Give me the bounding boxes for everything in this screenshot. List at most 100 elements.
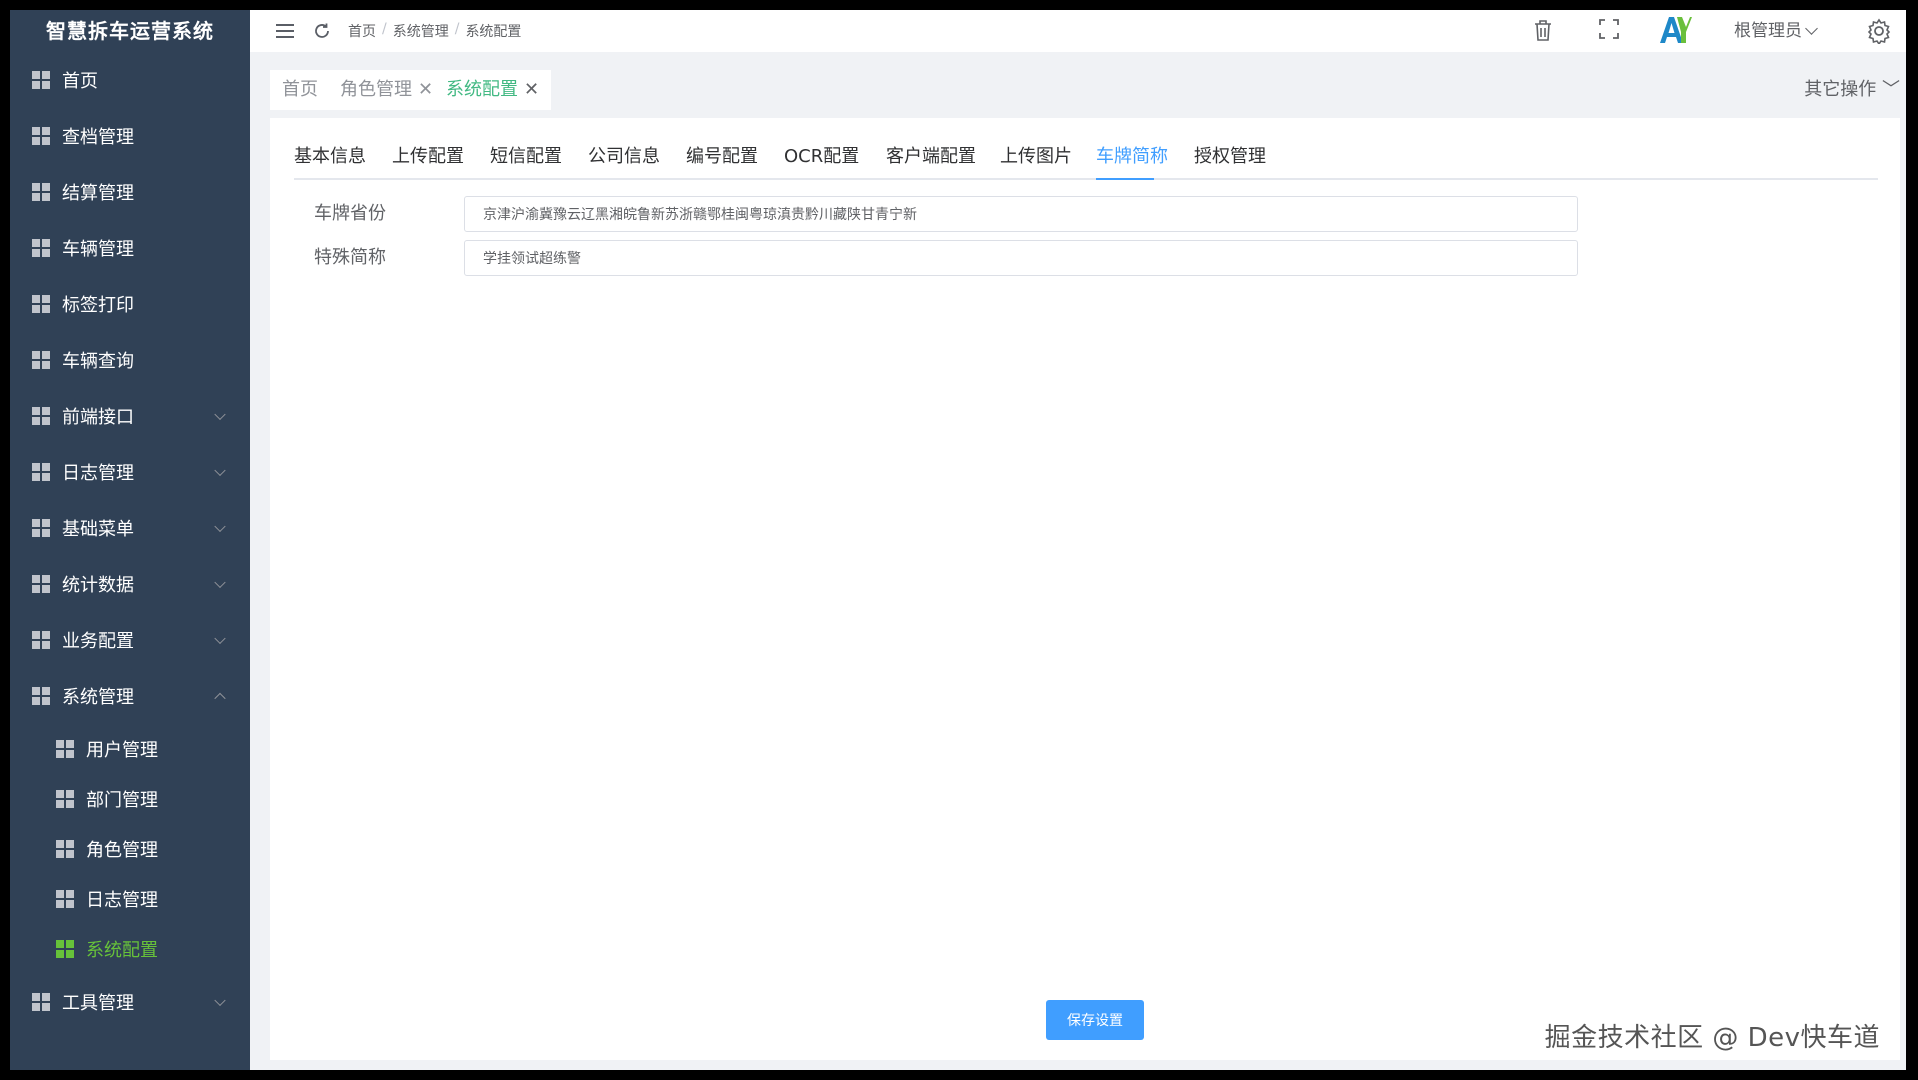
sidebar-subitem-logs[interactable]: 日志管理: [10, 874, 250, 924]
form-row-special: 特殊简称: [270, 240, 1900, 276]
grid-icon: [56, 740, 74, 758]
chevron-down-icon: [214, 464, 226, 477]
tab-basic-info[interactable]: 基本信息: [294, 138, 366, 180]
sidebar-item-settlement[interactable]: 结算管理: [10, 164, 250, 220]
sidebar-subitem-roles[interactable]: 角色管理: [10, 824, 250, 874]
sidebar-item-archive[interactable]: 查档管理: [10, 108, 250, 164]
menu-fold-icon[interactable]: [276, 24, 294, 38]
breadcrumb-separator: /: [454, 21, 460, 37]
active-tab-indicator: [1096, 178, 1154, 180]
chevron-up-icon: [214, 692, 226, 705]
breadcrumb-item[interactable]: 系统管理: [393, 21, 449, 41]
tab-sms-config[interactable]: 短信配置: [490, 138, 562, 180]
grid-icon: [32, 239, 50, 257]
tab-license-mgmt[interactable]: 授权管理: [1194, 138, 1266, 180]
app-title: 智慧拆车运营系统: [46, 19, 214, 43]
grid-icon: [56, 890, 74, 908]
watermark: 掘金技术社区 @ Dev快车道: [1544, 1023, 1880, 1053]
grid-icon: [32, 993, 50, 1011]
close-icon[interactable]: ✕: [418, 79, 433, 100]
tag-label: 角色管理: [340, 79, 412, 100]
special-input[interactable]: [464, 240, 1578, 276]
grid-icon: [32, 463, 50, 481]
sidebar-item-logs[interactable]: 日志管理: [10, 444, 250, 500]
sidebar-item-label: 统计数据: [62, 575, 134, 596]
grid-icon: [56, 940, 74, 958]
sidebar-item-base-menu[interactable]: 基础菜单: [10, 500, 250, 556]
tab-number-config[interactable]: 编号配置: [686, 138, 758, 180]
breadcrumb-item: 系统配置: [465, 24, 522, 40]
special-label: 特殊简称: [314, 247, 386, 268]
sidebar-item-label: 前端接口: [62, 407, 134, 428]
sidebar-item-vehicle-query[interactable]: 车辆查询: [10, 332, 250, 388]
chevron-down-icon: [214, 994, 226, 1007]
close-icon[interactable]: ✕: [524, 79, 539, 100]
tags-view: 首页 角色管理 ✕ 系统配置 ✕ 其它操作 ﹀: [270, 70, 1906, 110]
tag-home[interactable]: 首页: [270, 70, 330, 110]
sidebar-item-label: 系统管理: [62, 687, 134, 708]
sidebar-subitem-system-config[interactable]: 系统配置: [10, 924, 250, 974]
sidebar-item-frontend-api[interactable]: 前端接口: [10, 388, 250, 444]
chevron-down-icon: [214, 632, 226, 645]
user-name[interactable]: 根管理员: [1734, 10, 1802, 52]
grid-icon: [32, 519, 50, 537]
breadcrumb-item[interactable]: 首页: [348, 21, 376, 41]
sidebar-item-label-print[interactable]: 标签打印: [10, 276, 250, 332]
trash-icon[interactable]: [1532, 18, 1554, 42]
tag-label: 首页: [282, 79, 318, 100]
sidebar-item-label: 日志管理: [62, 463, 134, 484]
config-tabs: 基本信息 上传配置 短信配置 公司信息 编号配置 OCR配置 客户端配置 上传图…: [294, 138, 1878, 180]
app-frame: 智慧拆车运营系统 首页 查档管理 结算管理 车辆管理 标签打印 车辆查询 前端接…: [10, 10, 1906, 1070]
sidebar-item-statistics[interactable]: 统计数据: [10, 556, 250, 612]
sidebar-item-tools[interactable]: 工具管理: [10, 974, 250, 1030]
chevron-down-icon[interactable]: [1805, 22, 1818, 35]
breadcrumb-separator: /: [382, 21, 387, 37]
sidebar-subitem-label: 日志管理: [86, 890, 158, 911]
sidebar-item-label: 首页: [62, 71, 98, 92]
tab-upload-config[interactable]: 上传配置: [392, 138, 464, 180]
sidebar-subitem-departments[interactable]: 部门管理: [10, 774, 250, 824]
logo-icon: [1658, 15, 1692, 45]
other-operations-label: 其它操作: [1804, 79, 1877, 100]
settings-icon[interactable]: [1866, 18, 1892, 46]
tab-plate-abbr[interactable]: 车牌简称: [1096, 138, 1168, 180]
grid-icon: [32, 575, 50, 593]
chevron-down-icon: [214, 576, 226, 589]
chevron-down-icon: [214, 520, 226, 533]
sidebar-item-label: 查档管理: [62, 127, 134, 148]
sidebar-subitem-users[interactable]: 用户管理: [10, 724, 250, 774]
sidebar-subitem-label: 部门管理: [86, 790, 158, 811]
fullscreen-icon[interactable]: [1598, 18, 1620, 40]
form-row-province: 车牌省份: [270, 196, 1900, 232]
save-button[interactable]: 保存设置: [1046, 1000, 1144, 1040]
chevron-down-icon: ﹀: [1876, 79, 1900, 100]
tab-upload-image[interactable]: 上传图片: [1000, 138, 1072, 180]
grid-icon: [32, 183, 50, 201]
grid-icon: [32, 71, 50, 89]
tag-roles[interactable]: 角色管理 ✕: [328, 70, 446, 110]
sidebar-item-business-config[interactable]: 业务配置: [10, 612, 250, 668]
sidebar-subitem-label: 用户管理: [86, 740, 158, 761]
other-operations-dropdown[interactable]: 其它操作 ﹀: [1804, 70, 1900, 110]
grid-icon: [56, 790, 74, 808]
grid-icon: [32, 295, 50, 313]
sidebar-item-label: 标签打印: [62, 295, 134, 316]
sidebar-item-system-admin[interactable]: 系统管理: [10, 668, 250, 724]
tab-ocr-config[interactable]: OCR配置: [784, 138, 859, 180]
sidebar-item-label: 业务配置: [62, 631, 134, 652]
grid-icon: [32, 407, 50, 425]
refresh-icon[interactable]: [312, 21, 332, 41]
tab-client-config[interactable]: 客户端配置: [886, 138, 976, 180]
tab-company-info[interactable]: 公司信息: [588, 138, 660, 180]
sidebar-subitem-label: 角色管理: [86, 840, 158, 861]
tag-label: 系统配置: [446, 79, 518, 100]
sidebar-item-vehicles[interactable]: 车辆管理: [10, 220, 250, 276]
sidebar-item-label: 结算管理: [62, 183, 134, 204]
sidebar-item-home[interactable]: 首页: [10, 52, 250, 108]
sidebar-subitem-label: 系统配置: [86, 940, 158, 961]
sidebar-item-label: 车辆查询: [62, 351, 134, 372]
tag-system-config[interactable]: 系统配置 ✕: [434, 70, 552, 110]
sidebar-item-label: 车辆管理: [62, 239, 134, 260]
top-header: 首页 / 系统管理 / 系统配置 根管理员: [250, 10, 1906, 52]
province-input[interactable]: [464, 196, 1578, 232]
